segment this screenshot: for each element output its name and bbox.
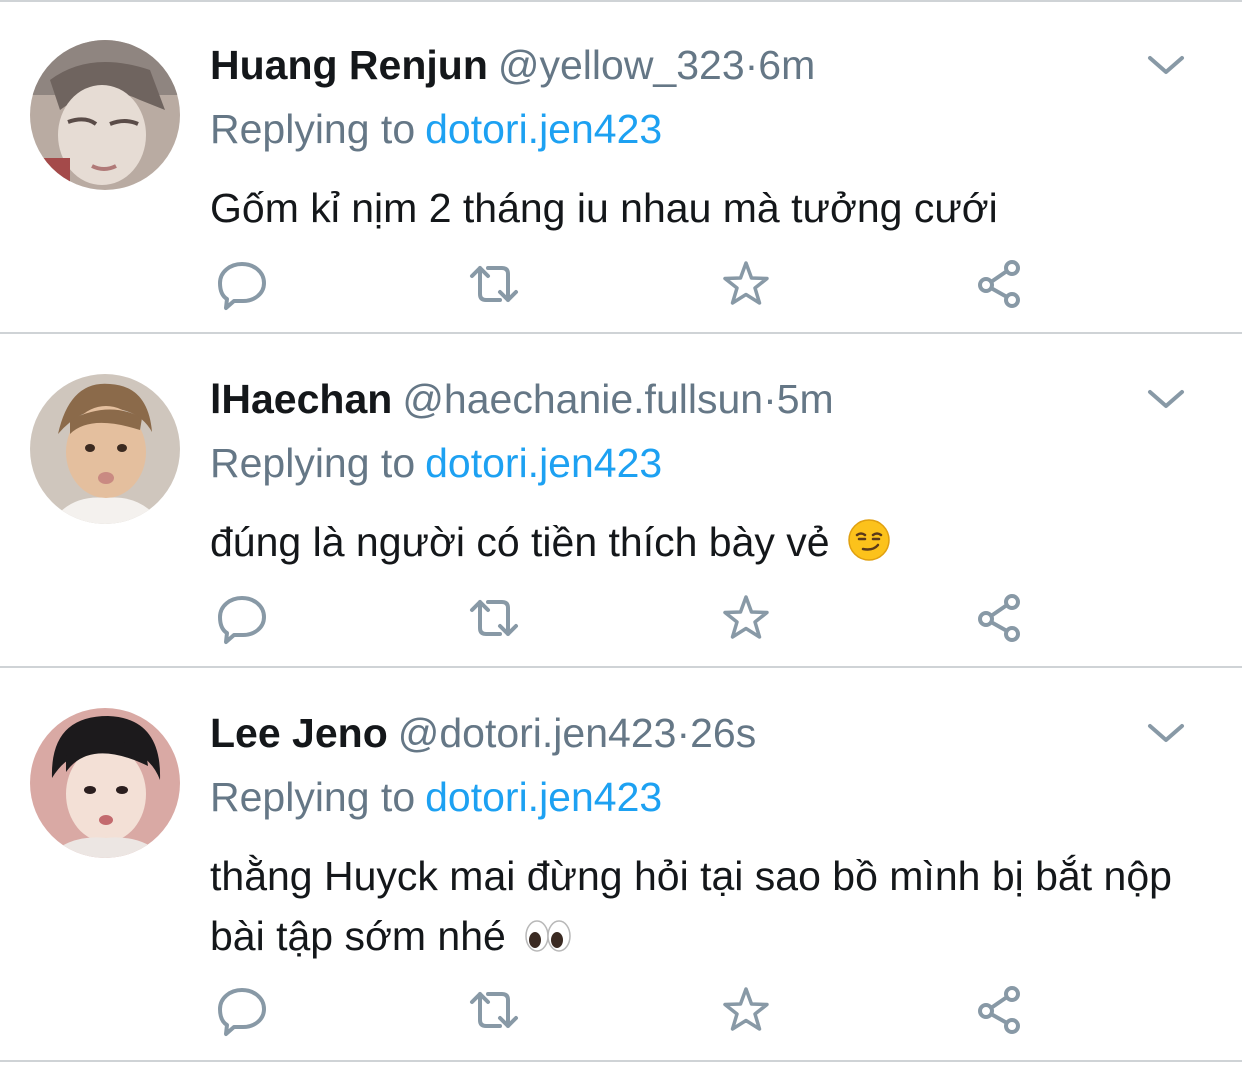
tweet-divider (0, 332, 1242, 334)
avatar[interactable] (30, 374, 180, 524)
replying-to: Replying to dotori.jen423 (210, 438, 662, 488)
display-name[interactable]: Huang Renjun (210, 42, 488, 88)
star-icon (723, 987, 769, 1031)
tweet-text-content: thằng Huyck mai đừng hỏi tại sao bồ mình… (210, 853, 1172, 959)
tweet[interactable]: lHaechan @haechanie.fullsun·5m Replying t… (0, 336, 1242, 668)
tweet-divider (0, 1060, 1242, 1062)
smirk-emoji-icon (848, 519, 890, 561)
reply-icon (218, 988, 266, 1036)
tweet-text-content: đúng là người có tiền thích bày vẻ (210, 519, 830, 565)
replying-to: Replying to dotori.jen423 (210, 104, 662, 154)
user-handle[interactable]: @dotori.jen423 (398, 710, 677, 756)
eyes-emoji-icon (523, 912, 573, 972)
more-options-button[interactable] (1146, 718, 1186, 748)
reply-button[interactable] (212, 254, 272, 314)
like-button[interactable] (716, 980, 776, 1040)
star-icon (723, 261, 769, 305)
tweet-text-content: Gốm kỉ nịm 2 tháng iu nhau mà tưởng cưới (210, 185, 998, 231)
chevron-down-icon (1148, 724, 1184, 742)
chevron-down-icon (1148, 56, 1184, 74)
share-button[interactable] (968, 980, 1028, 1040)
retweet-button[interactable] (464, 588, 524, 648)
tweet-timeline: Huang Renjun @yellow_323·6m Replying to do… (0, 0, 1242, 1065)
more-options-button[interactable] (1146, 50, 1186, 80)
smirk-emoji-icon (847, 518, 891, 578)
like-button[interactable] (716, 254, 776, 314)
share-button[interactable] (968, 588, 1028, 648)
timestamp[interactable]: 5m (777, 376, 834, 422)
user-handle[interactable]: @yellow_323 (498, 42, 745, 88)
timestamp[interactable]: 6m (758, 42, 815, 88)
tweet-header: lHaechan @haechanie.fullsun·5m (210, 374, 834, 424)
timestamp[interactable]: 26s (690, 710, 756, 756)
reply-button[interactable] (212, 980, 272, 1040)
retweet-icon (470, 992, 518, 1028)
replying-to-link[interactable]: dotori.jen423 (425, 774, 662, 820)
avatar-photo (30, 374, 180, 524)
retweet-button[interactable] (464, 980, 524, 1040)
tweet-text: đúng là người có tiền thích bày vẻ (210, 512, 1190, 578)
separator-dot: · (744, 42, 759, 88)
share-button[interactable] (968, 254, 1028, 314)
like-button[interactable] (716, 588, 776, 648)
eyes-emoji-icon (525, 920, 571, 952)
reply-icon (218, 596, 266, 644)
share-icon (978, 260, 1020, 308)
chevron-down-icon (1148, 390, 1184, 408)
display-name[interactable]: Lee Jeno (210, 710, 388, 756)
replying-to-link[interactable]: dotori.jen423 (425, 440, 662, 486)
tweet-divider (0, 666, 1242, 668)
avatar[interactable] (30, 40, 180, 190)
star-icon (723, 595, 769, 639)
tweet[interactable]: Huang Renjun @yellow_323·6m Replying to do… (0, 2, 1242, 334)
tweet-text: thằng Huyck mai đừng hỏi tại sao bồ mình… (210, 846, 1190, 972)
reply-button[interactable] (212, 588, 272, 648)
action-bar (212, 588, 1042, 648)
share-icon (978, 594, 1020, 642)
avatar-photo (30, 708, 180, 858)
retweet-icon (470, 600, 518, 636)
tweet-text: Gốm kỉ nịm 2 tháng iu nhau mà tưởng cưới (210, 178, 1190, 238)
replying-label: Replying to (210, 440, 416, 486)
tweet-header: Huang Renjun @yellow_323·6m (210, 40, 815, 90)
separator-dot: · (676, 710, 691, 756)
display-name[interactable]: lHaechan (210, 376, 392, 422)
replying-to-link[interactable]: dotori.jen423 (425, 106, 662, 152)
retweet-icon (470, 266, 518, 302)
more-options-button[interactable] (1146, 384, 1186, 414)
replying-label: Replying to (210, 106, 416, 152)
action-bar (212, 980, 1042, 1040)
replying-to: Replying to dotori.jen423 (210, 772, 662, 822)
share-icon (978, 986, 1020, 1034)
reply-icon (218, 262, 266, 310)
replying-label: Replying to (210, 774, 416, 820)
user-handle[interactable]: @haechanie.fullsun (402, 376, 763, 422)
tweet[interactable]: Lee Jeno @dotori.jen423·26s Replying to do… (0, 670, 1242, 1062)
tweet-header: Lee Jeno @dotori.jen423·26s (210, 708, 756, 758)
action-bar (212, 254, 1042, 314)
separator-dot: · (763, 376, 777, 422)
avatar-photo (30, 40, 180, 190)
avatar[interactable] (30, 708, 180, 858)
retweet-button[interactable] (464, 254, 524, 314)
